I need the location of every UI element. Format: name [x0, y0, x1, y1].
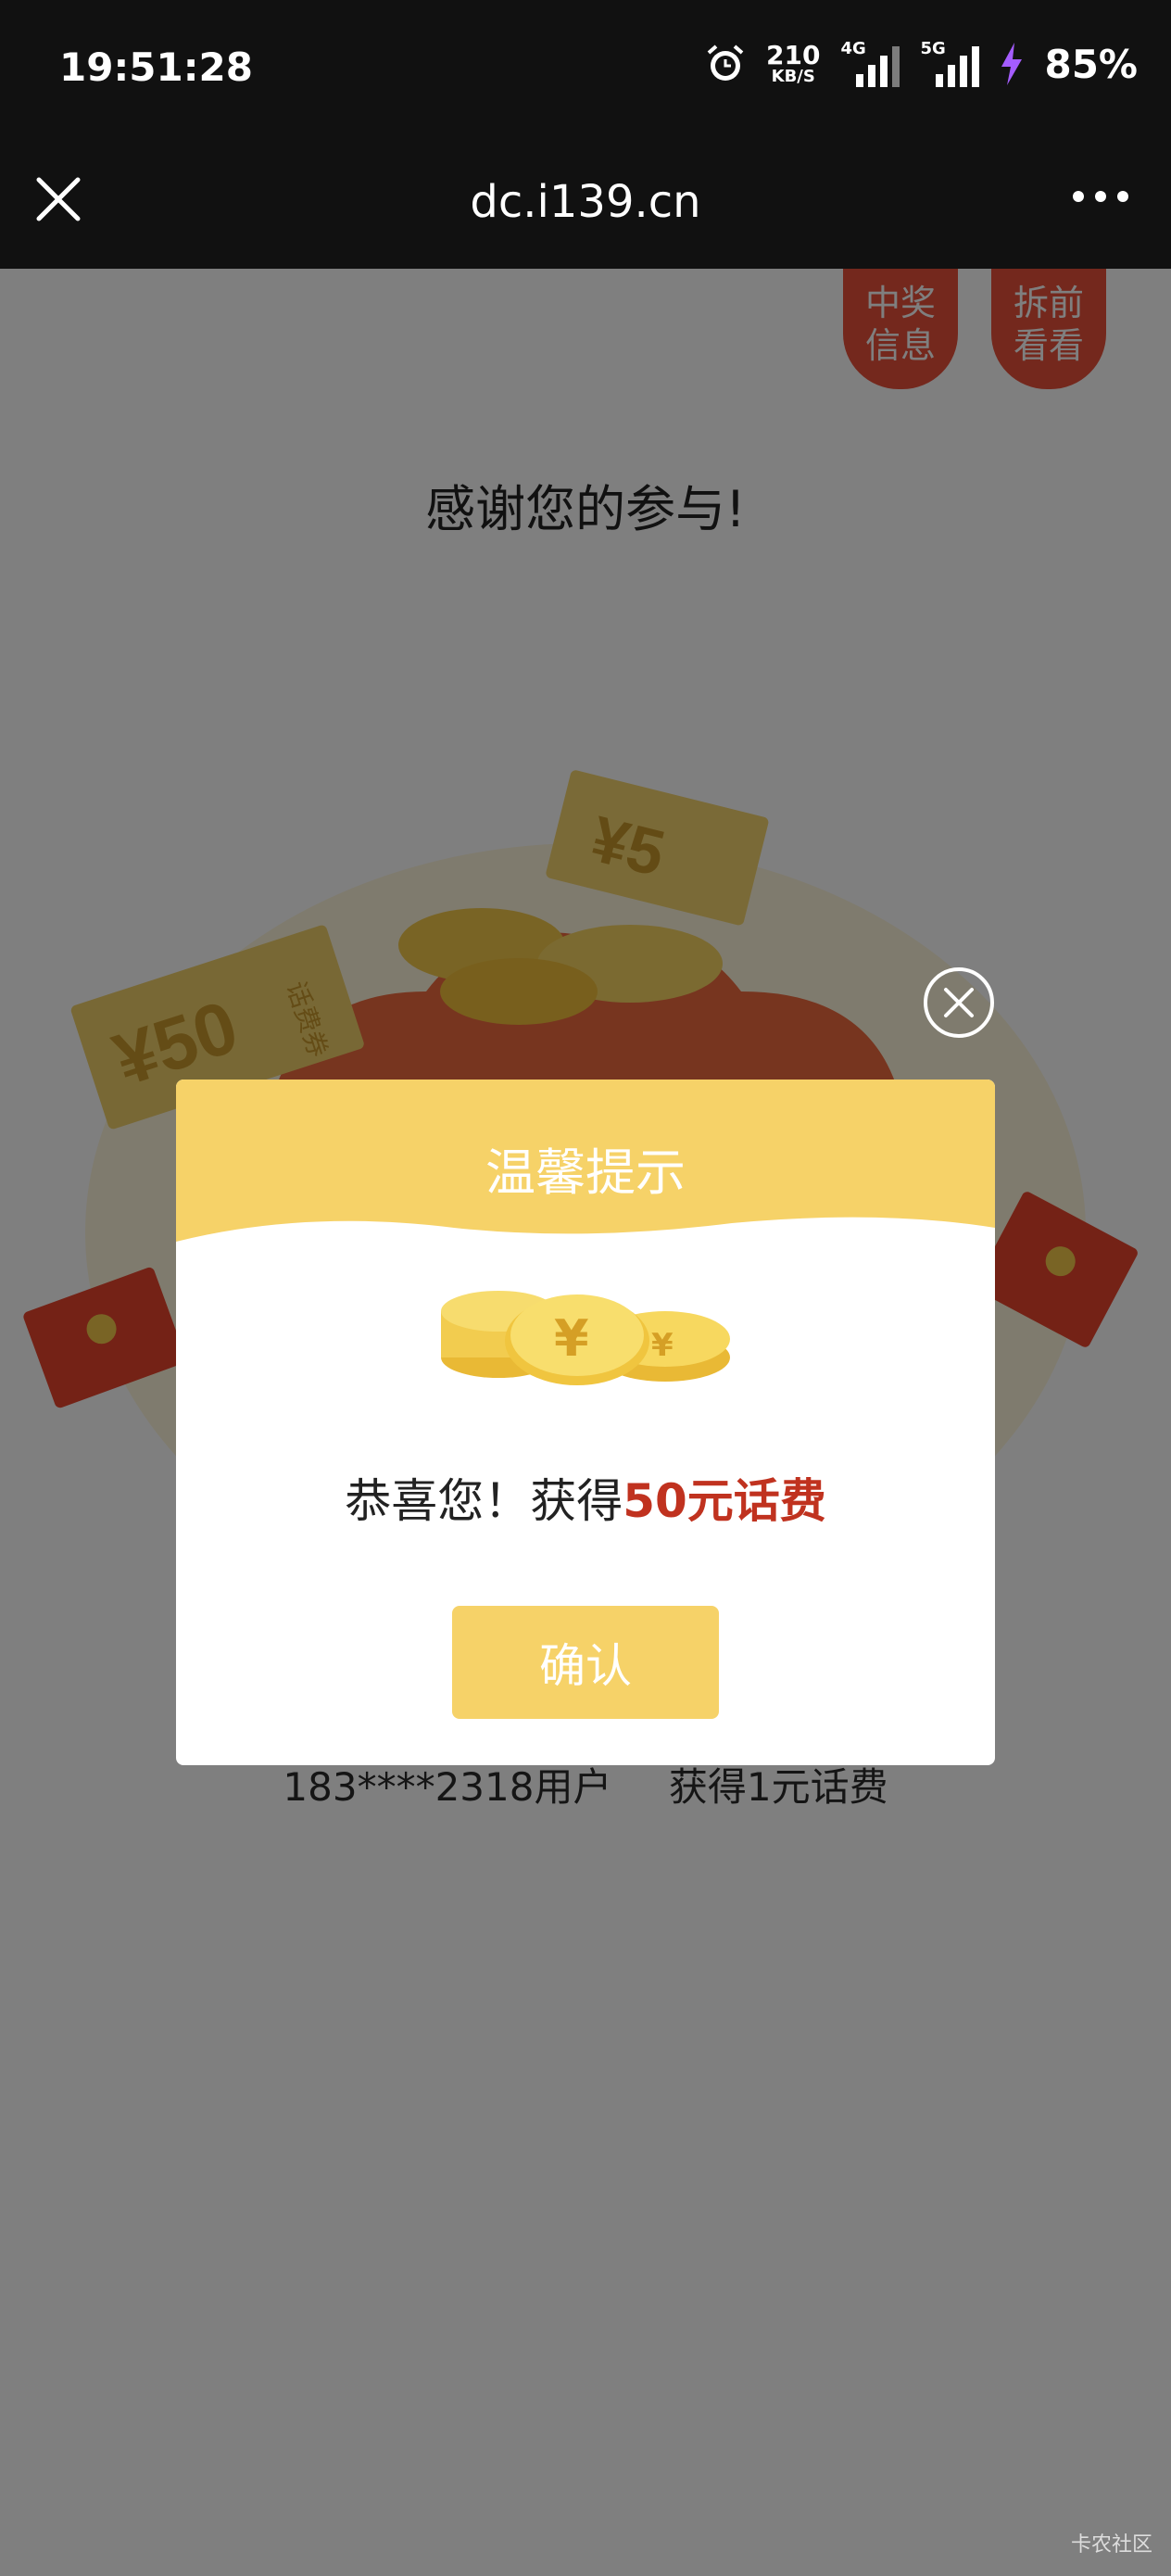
- status-bar: 19:51:28 210 KB/S 4G 5G 85%: [0, 0, 1171, 139]
- more-dots-icon[interactable]: [1073, 191, 1128, 202]
- svg-text:¥: ¥: [554, 1309, 589, 1368]
- net-speed: 210 KB/S: [766, 43, 820, 85]
- alarm-icon: [707, 44, 744, 81]
- dialog-message-prefix: 恭喜您！获得: [345, 1474, 623, 1528]
- net-speed-unit: KB/S: [771, 67, 815, 86]
- status-time: 19:51:28: [59, 44, 253, 90]
- status-icons: 210 KB/S 4G 5G 85%: [705, 39, 1138, 87]
- browser-header: dc.i139.cn: [0, 139, 1171, 269]
- dialog-message: 恭喜您！获得50元话费: [176, 1464, 995, 1531]
- signal-bars-icon: [856, 46, 900, 87]
- battery-level: 85%: [1044, 41, 1138, 87]
- confirm-button[interactable]: 确认: [452, 1606, 719, 1719]
- svg-text:¥: ¥: [651, 1327, 674, 1364]
- signal-5g: 5G: [920, 39, 980, 87]
- prize-dialog: 温馨提示 ¥ ¥ 恭喜您！获得50元话费 确认: [176, 1080, 995, 1765]
- signal-4g: 4G: [840, 39, 900, 87]
- net-speed-value: 210: [766, 40, 821, 70]
- coins-icon: ¥ ¥: [441, 1291, 730, 1385]
- dialog-title: 温馨提示: [485, 1143, 686, 1202]
- charging-bolt-icon: [1001, 43, 1023, 85]
- watermark-text: 卡农社区: [1070, 2533, 1152, 2557]
- dialog-message-highlight: 50元话费: [623, 1474, 826, 1528]
- circle-close-icon[interactable]: [922, 966, 996, 1040]
- page-url: dc.i139.cn: [470, 176, 701, 228]
- signal-bars-icon: [936, 46, 980, 87]
